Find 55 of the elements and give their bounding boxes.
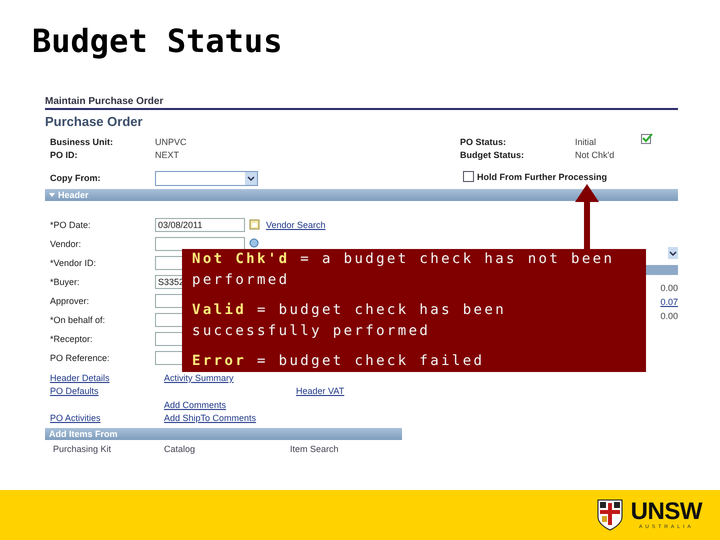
field-value: UNPVC	[155, 136, 187, 146]
amount[interactable]: 0.07	[660, 297, 678, 307]
page-link[interactable]: Add ShipTo Comments	[164, 413, 256, 424]
field-label: Approver:	[50, 296, 90, 306]
callout-text: Error = budget check failed	[192, 352, 486, 371]
page-link[interactable]: Header VAT	[296, 386, 344, 396]
field-label: Copy From:	[50, 173, 102, 183]
checkmark-icon	[641, 133, 653, 144]
callout-text: Not Chk'd = a budget check has not been performed	[192, 250, 616, 290]
page-link[interactable]: Header Details	[50, 372, 110, 383]
callout-text: Valid = budget check has been successfully performed	[192, 301, 508, 341]
field-label: Budget Status:	[460, 150, 525, 160]
logo-text: UNSW	[630, 500, 702, 524]
input-field[interactable]	[155, 350, 184, 364]
section-title: Add Items From	[49, 429, 118, 439]
breadcrumb: Maintain Purchase Order	[45, 96, 678, 110]
field-value: NEXT	[155, 150, 180, 160]
slide-title: Budget Status	[31, 21, 284, 60]
checkbox-label: Hold From Further Processing	[477, 172, 608, 182]
add-items-option[interactable]: Item Search	[290, 444, 339, 454]
section-title: Header	[58, 190, 89, 200]
add-items-option[interactable]: Catalog	[164, 444, 196, 454]
amount: 0.00	[660, 311, 678, 321]
section-bar	[645, 265, 678, 275]
copy-from-dropdown[interactable]	[155, 170, 258, 186]
page-link[interactable]: PO Activities	[50, 413, 101, 424]
field-value: Not Chk'd	[575, 150, 616, 160]
field-label: Vendor:	[50, 238, 82, 248]
field-value: Initial	[575, 136, 598, 146]
hold-checkbox[interactable]	[463, 171, 474, 182]
lookup-icon[interactable]	[249, 238, 260, 249]
input-field[interactable]	[155, 332, 184, 346]
page-link[interactable]: Add Comments	[164, 400, 226, 410]
add-items-option[interactable]: Purchasing Kit	[53, 444, 112, 454]
field-label: *PO Date:	[50, 220, 92, 230]
input-field[interactable]	[155, 294, 184, 308]
field-label: *Receptor:	[50, 334, 94, 344]
amount: 0.00	[660, 283, 678, 293]
field-label: *Vendor ID:	[50, 258, 98, 268]
field-label: Business Unit:	[50, 136, 114, 146]
vendor-link[interactable]: Vendor Search	[266, 220, 326, 230]
calendar-icon[interactable]	[249, 219, 260, 230]
page-link[interactable]: PO Defaults	[50, 386, 99, 396]
field-label: *On behalf of:	[50, 314, 106, 324]
field-label: *Buyer:	[50, 276, 81, 286]
field-label: PO ID:	[50, 150, 79, 160]
input-field[interactable]	[155, 256, 184, 270]
page-title: Purchase Order	[45, 114, 144, 129]
page-link[interactable]: Activity Summary	[164, 372, 234, 383]
crest-icon	[596, 499, 623, 531]
input-field[interactable]: 03/08/2011	[155, 218, 245, 232]
input-field[interactable]	[155, 312, 184, 326]
field-label: PO Status:	[460, 136, 508, 146]
input-field[interactable]	[155, 236, 245, 250]
field-label: PO Reference:	[50, 352, 111, 362]
